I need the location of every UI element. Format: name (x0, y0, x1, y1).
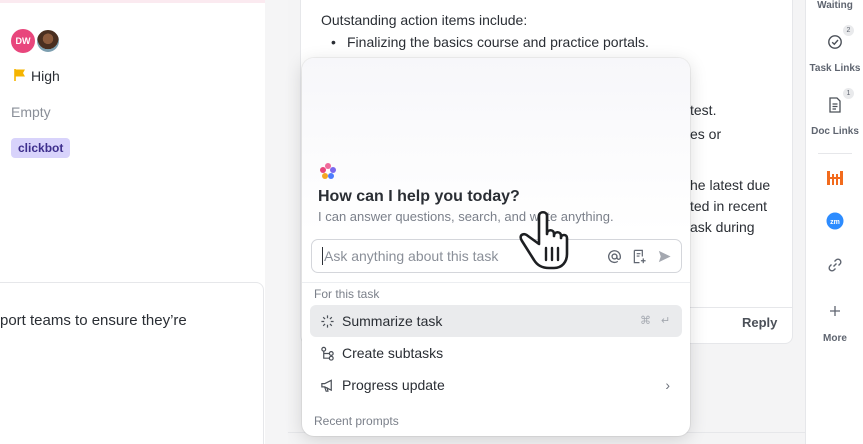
doc-text-fragment: ask during (690, 219, 755, 235)
priority-value[interactable]: High (31, 68, 60, 84)
activity-card (0, 282, 264, 444)
popup-header-bg (302, 58, 690, 233)
activity-card-text: port teams to ensure they’re (0, 312, 187, 329)
subtasks-icon (319, 345, 335, 361)
doc-links-button[interactable] (806, 97, 863, 113)
menu-item-label: Progress update (342, 377, 445, 393)
doc-text-fragment: test. (690, 102, 717, 118)
doc-text-line: Outstanding action items include: (321, 12, 528, 28)
chevron-right-icon: › (665, 377, 670, 393)
more-label[interactable]: More (806, 333, 863, 344)
zoom-icon: zm (826, 212, 844, 230)
check-circle-icon (828, 35, 842, 49)
section-label-for-task: For this task (314, 287, 380, 301)
assignee-avatar-photo[interactable] (35, 28, 61, 54)
menu-item-progress-update[interactable]: Progress update › (310, 369, 682, 401)
menu-item-label: Summarize task (342, 313, 443, 329)
more-button[interactable] (806, 305, 863, 317)
tag-badge[interactable]: clickbot (11, 138, 71, 158)
ask-input[interactable] (311, 239, 682, 273)
reply-button[interactable]: Reply (742, 315, 777, 330)
send-button[interactable] (655, 247, 673, 265)
assignee-avatar-dw[interactable]: DW (11, 29, 35, 53)
waiting-label[interactable]: Waiting (806, 0, 863, 11)
task-links-button[interactable] (806, 34, 863, 50)
doc-text-fragment: he latest due (690, 177, 771, 193)
svg-text:zm: zm (830, 219, 840, 226)
task-links-count: 2 (843, 25, 854, 36)
ai-assistant-popup: How can I help you today? I can answer q… (302, 58, 690, 436)
doc-links-count: 1 (843, 88, 854, 99)
mention-button[interactable] (605, 247, 623, 265)
command-key-icon: ⌘ (640, 315, 651, 327)
doc-text-fragment: es or (690, 126, 722, 142)
doc-text-fragment: ted in recent (690, 198, 768, 214)
harvest-icon (827, 171, 843, 185)
link-icon (828, 258, 842, 272)
popup-title: How can I help you today? (318, 188, 520, 205)
doc-bullet-item: Finalizing the basics course and practic… (331, 34, 649, 50)
task-properties-panel: DW High Empty clickbot port teams to ens… (0, 0, 265, 444)
document-icon (829, 97, 841, 113)
sidebar-divider (818, 153, 852, 154)
menu-item-summarize[interactable]: Summarize task ⌘ ↵ (310, 305, 682, 337)
task-links-label[interactable]: Task Links (806, 63, 863, 74)
zoom-integration[interactable]: zm (806, 212, 863, 230)
send-icon (658, 250, 671, 262)
ai-brain-icon (320, 163, 336, 179)
menu-item-label: Create subtasks (342, 345, 444, 361)
attach-doc-button[interactable] (630, 247, 648, 265)
enter-key-icon: ↵ (661, 315, 671, 327)
menu-item-create-subtasks[interactable]: Create subtasks (310, 337, 682, 369)
sparkle-icon (319, 313, 335, 329)
reply-divider (690, 307, 793, 308)
text-caret (322, 247, 323, 265)
right-sidebar: Waiting 2 Task Links 1 Doc Links zm More (805, 0, 863, 444)
doc-plus-icon (633, 249, 646, 263)
section-label-recent: Recent prompts (314, 414, 399, 428)
hand-pointer-cursor (519, 210, 569, 270)
top-accent-strip (0, 0, 265, 3)
megaphone-icon (319, 377, 335, 393)
doc-links-label[interactable]: Doc Links (806, 126, 863, 137)
plus-icon (830, 306, 840, 316)
harvest-integration[interactable] (806, 169, 863, 187)
link-integration[interactable] (806, 257, 863, 273)
at-sign-icon (607, 249, 621, 263)
popup-divider (302, 282, 690, 283)
empty-field-value[interactable]: Empty (11, 104, 51, 120)
flag-icon (14, 69, 25, 81)
